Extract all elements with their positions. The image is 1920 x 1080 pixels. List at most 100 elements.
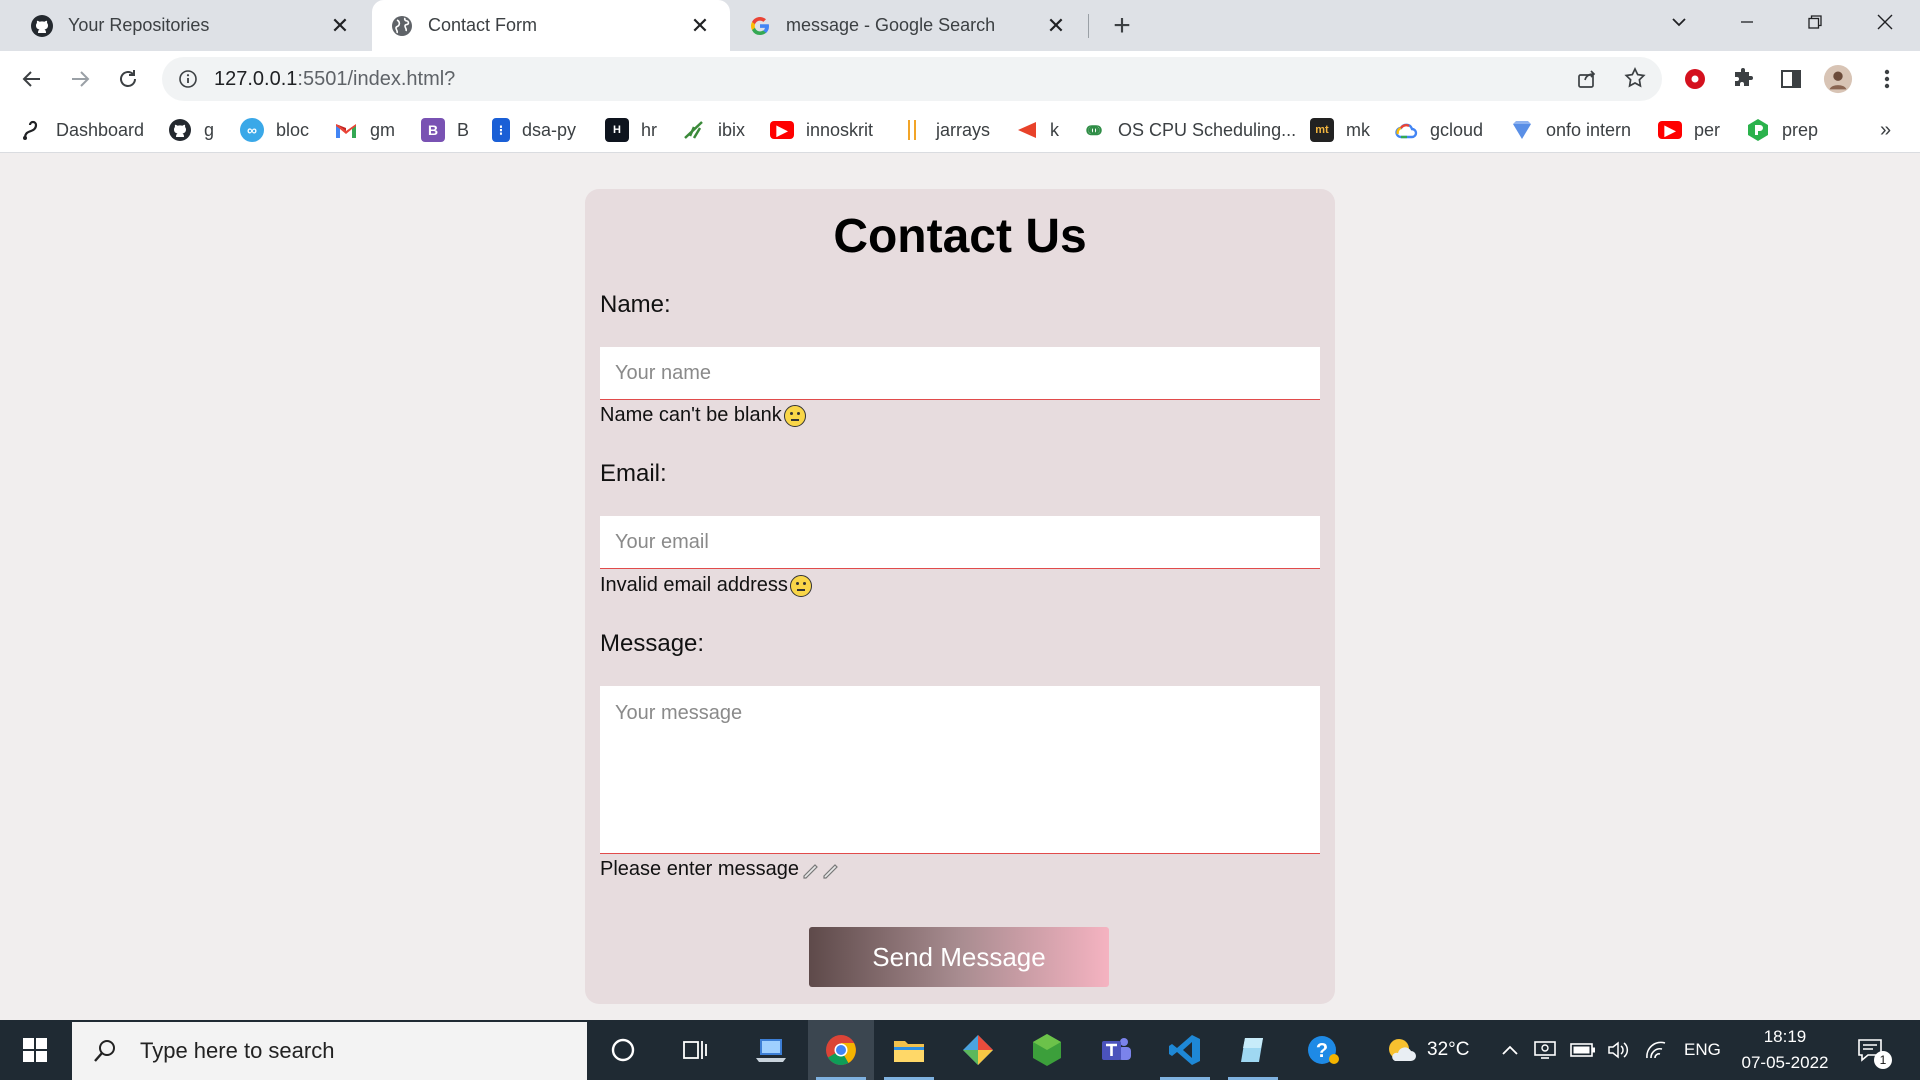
ibix-icon	[682, 118, 706, 142]
message-error: Please enter message	[600, 858, 841, 881]
share-icon[interactable]	[1572, 63, 1602, 93]
search-icon	[90, 1036, 120, 1066]
volume-icon[interactable]	[1606, 1020, 1630, 1080]
bookmark-label: jarrays	[936, 119, 991, 140]
url-text[interactable]: 127.0.0.1:5501/index.html?	[214, 68, 455, 91]
bookmark-label: k	[1050, 119, 1059, 140]
bookmark-gm[interactable]: gm	[334, 107, 395, 153]
tab-search-button[interactable]	[1650, 0, 1708, 44]
taskbar-search-box[interactable]: Type here to search	[72, 1022, 587, 1080]
tab-separator	[1088, 14, 1089, 38]
youtube-icon: ▶	[1658, 121, 1682, 139]
bookmark-per[interactable]: ▶ per	[1658, 107, 1720, 153]
email-error: Invalid email address	[600, 574, 812, 597]
contact-form-card: Contact Us Name: Name can't be blank Ema…	[585, 189, 1335, 1004]
bookmark-star-icon[interactable]	[1620, 63, 1650, 93]
onfo-icon	[1510, 118, 1534, 142]
message-input[interactable]	[600, 686, 1320, 854]
notification-center-button[interactable]: 1	[1856, 1020, 1892, 1080]
teams-app-icon[interactable]	[1083, 1020, 1149, 1080]
laptop-app-icon[interactable]	[738, 1020, 804, 1080]
bookmark-jarrays[interactable]: jarrays	[900, 107, 990, 153]
tab-google-search[interactable]: message - Google Search ✕	[730, 0, 1086, 51]
email-input[interactable]	[600, 516, 1320, 569]
extensions-puzzle-icon[interactable]	[1728, 64, 1758, 94]
battery-icon[interactable]	[1570, 1020, 1596, 1080]
svg-text:?: ?	[1316, 1040, 1328, 1062]
display-icon[interactable]	[1533, 1020, 1557, 1080]
bookmark-dsa-py[interactable]: ⁝ dsa-py	[492, 107, 576, 153]
close-window-button[interactable]	[1856, 0, 1914, 44]
bookmark-mk[interactable]: mt mk	[1310, 107, 1370, 153]
more-bookmarks-button[interactable]: »	[1880, 107, 1891, 153]
hackerrank-icon: H	[605, 118, 629, 142]
bookmark-label: onfo intern	[1546, 119, 1632, 140]
help-app-icon[interactable]: ?	[1290, 1020, 1356, 1080]
info-icon[interactable]	[176, 67, 200, 91]
back-button[interactable]	[14, 61, 50, 97]
message-label: Message:	[600, 630, 705, 657]
bookmark-dashboard[interactable]: Dashboard	[20, 107, 144, 153]
weather-widget[interactable]: 32°C	[1385, 1020, 1469, 1080]
task-view-icon[interactable]	[662, 1020, 728, 1080]
tab-contact-form[interactable]: Contact Form ✕	[372, 0, 730, 51]
browser-toolbar: 127.0.0.1:5501/index.html?	[0, 51, 1920, 107]
tab-your-repositories[interactable]: Your Repositories ✕	[0, 0, 370, 51]
dashboard-icon	[20, 118, 44, 142]
nodejs-app-icon[interactable]	[1014, 1020, 1080, 1080]
wifi-icon[interactable]	[1644, 1020, 1668, 1080]
clock-date: 07-05-2022	[1741, 1053, 1829, 1072]
bookmark-ibix[interactable]: ibix	[682, 107, 745, 153]
name-error: Name can't be blank	[600, 404, 806, 427]
record-extension-icon[interactable]	[1680, 64, 1710, 94]
new-tab-button[interactable]: +	[1106, 9, 1138, 42]
bookmark-innoskrit[interactable]: ▶ innoskrit	[770, 107, 873, 153]
close-icon[interactable]: ✕	[1044, 13, 1068, 38]
bookmark-label: B	[457, 119, 470, 140]
bookmark-label: hr	[641, 119, 658, 140]
windows-start-button[interactable]	[0, 1020, 70, 1080]
reload-button[interactable]	[110, 61, 146, 97]
message-error-text: Please enter message	[600, 858, 800, 880]
name-label: Name:	[600, 291, 671, 318]
bookmark-os-cpu-scheduling[interactable]: ↈ OS CPU Scheduling...	[1082, 107, 1296, 153]
bookmark-bloc[interactable]: ∞ bloc	[240, 107, 309, 153]
k-icon	[1014, 118, 1038, 142]
bookmark-prep[interactable]: prep	[1746, 107, 1818, 153]
url-host: 127.0.0.1	[214, 67, 298, 90]
send-message-button[interactable]: Send Message	[809, 927, 1109, 987]
dsa-icon: ⁝	[492, 118, 510, 142]
github-icon	[168, 118, 192, 142]
bookmark-onfo-intern[interactable]: onfo intern	[1510, 107, 1631, 153]
git-app-icon[interactable]	[945, 1020, 1011, 1080]
bookmark-label: mk	[1346, 119, 1370, 140]
bookmark-g[interactable]: g	[168, 107, 214, 153]
bookmark-b[interactable]: B B	[421, 107, 469, 153]
restore-button[interactable]	[1786, 0, 1844, 44]
file-explorer-icon[interactable]	[876, 1020, 942, 1080]
name-input[interactable]	[600, 347, 1320, 400]
close-icon[interactable]: ✕	[328, 13, 352, 38]
vscode-app-icon[interactable]	[1152, 1020, 1218, 1080]
bookmark-hr[interactable]: H hr	[605, 107, 657, 153]
bookmark-label: OS CPU Scheduling...	[1118, 119, 1297, 140]
show-hidden-icons-button[interactable]	[1500, 1020, 1520, 1080]
forward-button[interactable]	[62, 61, 98, 97]
chrome-app-icon[interactable]	[808, 1020, 874, 1080]
bookmark-label: innoskrit	[806, 119, 874, 140]
address-bar[interactable]: 127.0.0.1:5501/index.html?	[162, 57, 1662, 101]
side-panel-icon[interactable]	[1776, 64, 1806, 94]
bookmark-gcloud[interactable]: gcloud	[1394, 107, 1483, 153]
language-indicator[interactable]: ENG	[1684, 1020, 1721, 1080]
profile-avatar[interactable]	[1823, 64, 1853, 94]
minimize-button[interactable]	[1718, 0, 1776, 44]
bookmark-k[interactable]: k	[1014, 107, 1059, 153]
menu-icon[interactable]	[1872, 64, 1902, 94]
cortana-icon[interactable]	[590, 1020, 656, 1080]
taskbar-clock[interactable]: 18:19 07-05-2022	[1740, 1024, 1830, 1076]
close-icon[interactable]: ✕	[688, 13, 712, 38]
notepad-app-icon[interactable]	[1220, 1020, 1286, 1080]
gcloud-icon	[1394, 118, 1418, 142]
pencil-icon	[801, 861, 841, 879]
bookmarks-bar: Dashboard g ∞ bloc gm B B ⁝ dsa-py H hr …	[0, 107, 1920, 153]
